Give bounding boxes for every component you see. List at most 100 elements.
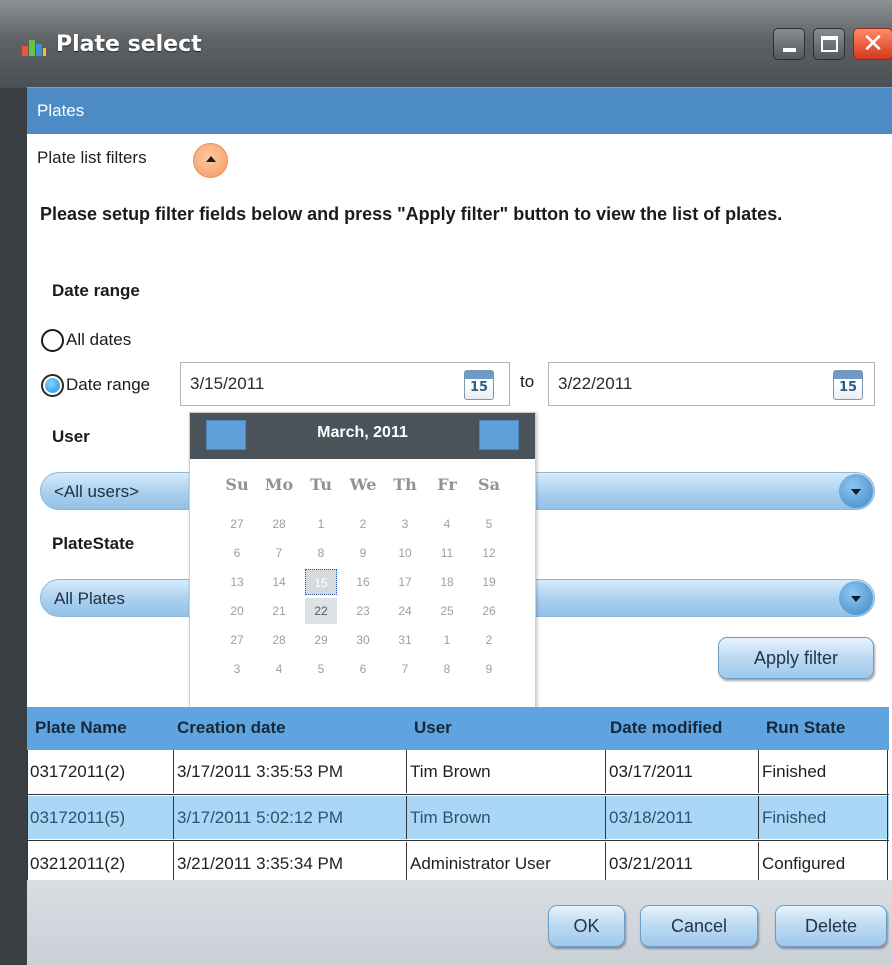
calendar-day[interactable]: 28 (263, 511, 295, 537)
date-range-section-label: Date range (52, 281, 140, 300)
calendar-day[interactable]: 7 (263, 540, 295, 566)
chevron-down-icon[interactable] (839, 581, 873, 615)
calendar-day[interactable]: 4 (431, 511, 463, 537)
date-picker-popup: March, 2011 Su Mo Tu We Th Fr Sa 27 28 1 2 3 4 5 6 7 8 9… (189, 412, 536, 720)
calendar-day[interactable]: 31 (389, 627, 421, 653)
calendar-day[interactable]: 25 (431, 598, 463, 624)
weekday-header-row: Su Mo Tu We Th Fr Sa (216, 475, 510, 497)
weekday-label: Sa (478, 475, 500, 494)
calendar-day[interactable]: 23 (347, 598, 379, 624)
close-icon: ✕ (862, 29, 884, 59)
table-cell: Configured (758, 842, 889, 885)
calendar-day[interactable]: 28 (263, 627, 295, 653)
table-cell: 03/21/2011 (605, 842, 758, 885)
delete-button[interactable]: Delete (775, 905, 887, 947)
table-cell: 03212011(2) (30, 854, 126, 873)
calendar-day[interactable]: 30 (347, 627, 379, 653)
weekday-label: We (349, 475, 377, 494)
calendar-day[interactable]: 22 (305, 598, 337, 624)
user-section-label: User (52, 427, 90, 446)
weekday-label: Tu (309, 475, 333, 494)
table-cell: 3/17/2011 3:35:53 PM (173, 750, 406, 793)
column-header-run-state[interactable]: Run State (766, 718, 845, 738)
from-calendar-icon[interactable]: 15 (464, 370, 494, 400)
calendar-day[interactable]: 18 (431, 569, 463, 595)
calendar-day[interactable]: 15 (305, 569, 337, 595)
table-cell: 3/17/2011 5:02:12 PM (173, 796, 406, 839)
cancel-button[interactable]: Cancel (640, 905, 758, 947)
to-calendar-icon[interactable]: 15 (833, 370, 863, 400)
calendar-day[interactable]: 14 (263, 569, 295, 595)
calendar-day[interactable]: 6 (347, 656, 379, 682)
column-header-date-modified[interactable]: Date modified (610, 718, 722, 738)
calendar-day[interactable]: 8 (431, 656, 463, 682)
calendar-day[interactable]: 26 (473, 598, 505, 624)
apply-filter-button[interactable]: Apply filter (718, 637, 874, 679)
calendar-day[interactable]: 24 (389, 598, 421, 624)
table-row[interactable]: 03172011(5) 3/17/2011 5:02:12 PM Tim Brown… (27, 796, 889, 839)
calendar-day[interactable]: 3 (389, 511, 421, 537)
to-date-input[interactable]: 3/22/2011 15 (548, 362, 875, 406)
weekday-label: Mo (264, 475, 294, 494)
panel-header: Plates (27, 87, 892, 134)
to-label: to (520, 372, 535, 391)
ok-button[interactable]: OK (548, 905, 625, 947)
minimize-icon (783, 48, 796, 52)
calendar-day[interactable]: 1 (431, 627, 463, 653)
calendar-day[interactable]: 9 (473, 656, 505, 682)
collapse-filters-button[interactable] (193, 143, 228, 178)
table-cell: 3/21/2011 3:35:34 PM (173, 842, 406, 885)
calendar-day[interactable]: 10 (389, 540, 421, 566)
table-cell: 03/18/2011 (605, 796, 758, 839)
all-dates-label[interactable]: All dates (66, 330, 131, 350)
weekday-label: Su (225, 475, 249, 494)
calendar-day[interactable]: 27 (221, 627, 253, 653)
calendar-day[interactable]: 9 (347, 540, 379, 566)
title-bar[interactable]: Plate select ✕ (0, 0, 892, 88)
calendar-day[interactable]: 3 (221, 656, 253, 682)
calendar-day[interactable]: 19 (473, 569, 505, 595)
date-range-radio-label[interactable]: Date range (66, 375, 150, 395)
chevron-down-icon[interactable] (839, 474, 873, 508)
calendar-day[interactable]: 17 (389, 569, 421, 595)
calendar-day[interactable]: 7 (389, 656, 421, 682)
table-row[interactable]: 03212011(2) 3/21/2011 3:35:34 PM Administr… (27, 842, 889, 885)
calendar-day[interactable]: 12 (473, 540, 505, 566)
maximize-button[interactable] (813, 28, 845, 60)
table-row[interactable]: 03172011(2) 3/17/2011 3:35:53 PM Tim Brown… (27, 750, 889, 793)
calendar-day[interactable]: 2 (347, 511, 379, 537)
column-header-plate-name[interactable]: Plate Name (35, 718, 127, 738)
calendar-day[interactable]: 1 (305, 511, 337, 537)
calendar-day[interactable]: 8 (305, 540, 337, 566)
platestate-section-label: PlateState (52, 534, 135, 553)
calendar-day[interactable]: 13 (221, 569, 253, 595)
calendar-day[interactable]: 6 (221, 540, 253, 566)
to-date-value: 3/22/2011 (558, 374, 633, 393)
all-dates-radio[interactable] (41, 329, 64, 352)
close-button[interactable]: ✕ (853, 28, 892, 60)
date-range-radio[interactable] (41, 374, 64, 397)
column-header-user[interactable]: User (414, 718, 452, 738)
table-cell: Administrator User (406, 842, 605, 885)
calendar-header: March, 2011 (190, 413, 535, 459)
calendar-day[interactable]: 20 (221, 598, 253, 624)
maximize-icon (821, 36, 838, 52)
table-cell: 03172011(5) (30, 808, 126, 827)
calendar-day[interactable]: 16 (347, 569, 379, 595)
next-month-button[interactable] (479, 420, 519, 450)
calendar-day[interactable]: 2 (473, 627, 505, 653)
from-date-input[interactable]: 3/15/2011 15 (180, 362, 510, 406)
calendar-day[interactable]: 5 (473, 511, 505, 537)
filter-instructions: Please setup filter fields below and pre… (40, 204, 783, 224)
calendar-day[interactable]: 4 (263, 656, 295, 682)
calendar-day[interactable]: 21 (263, 598, 295, 624)
column-header-creation-date[interactable]: Creation date (177, 718, 286, 738)
minimize-button[interactable] (773, 28, 805, 60)
plate-list-filters-label: Plate list filters (37, 148, 147, 167)
calendar-day[interactable]: 27 (221, 511, 253, 537)
panel-header-title: Plates (37, 101, 85, 120)
dialog-footer: OK Cancel Delete (27, 880, 892, 965)
calendar-day[interactable]: 29 (305, 627, 337, 653)
calendar-day[interactable]: 5 (305, 656, 337, 682)
calendar-day[interactable]: 11 (431, 540, 463, 566)
